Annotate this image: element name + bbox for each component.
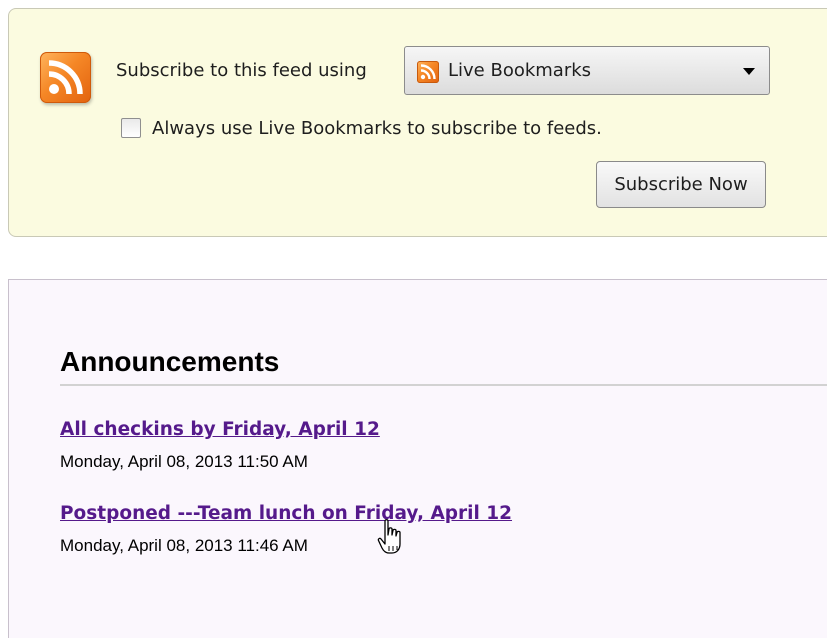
subscribe-label: Subscribe to this feed using [116,60,367,81]
announcement-title-link[interactable]: Postponed ---Team lunch on Friday, April… [60,503,512,524]
announcement-title-link[interactable]: All checkins by Friday, April 12 [60,419,380,440]
announcements-heading: Announcements [60,346,280,377]
announcement-date: Monday, April 08, 2013 11:46 AM [60,536,308,555]
always-use-checkbox[interactable] [121,118,141,138]
heading-divider [60,384,827,386]
subscribe-now-button[interactable]: Subscribe Now [596,161,766,208]
feed-preview-page: Subscribe to this feed using Live Bookma… [0,0,827,638]
feed-reader-select[interactable]: Live Bookmarks [404,46,770,95]
chevron-down-icon [743,68,755,75]
rss-feed-icon [40,52,91,103]
always-use-label[interactable]: Always use Live Bookmarks to subscribe t… [152,118,602,139]
feed-reader-selected-value: Live Bookmarks [448,60,592,81]
live-bookmarks-icon [417,61,439,83]
announcement-date: Monday, April 08, 2013 11:50 AM [60,452,308,471]
